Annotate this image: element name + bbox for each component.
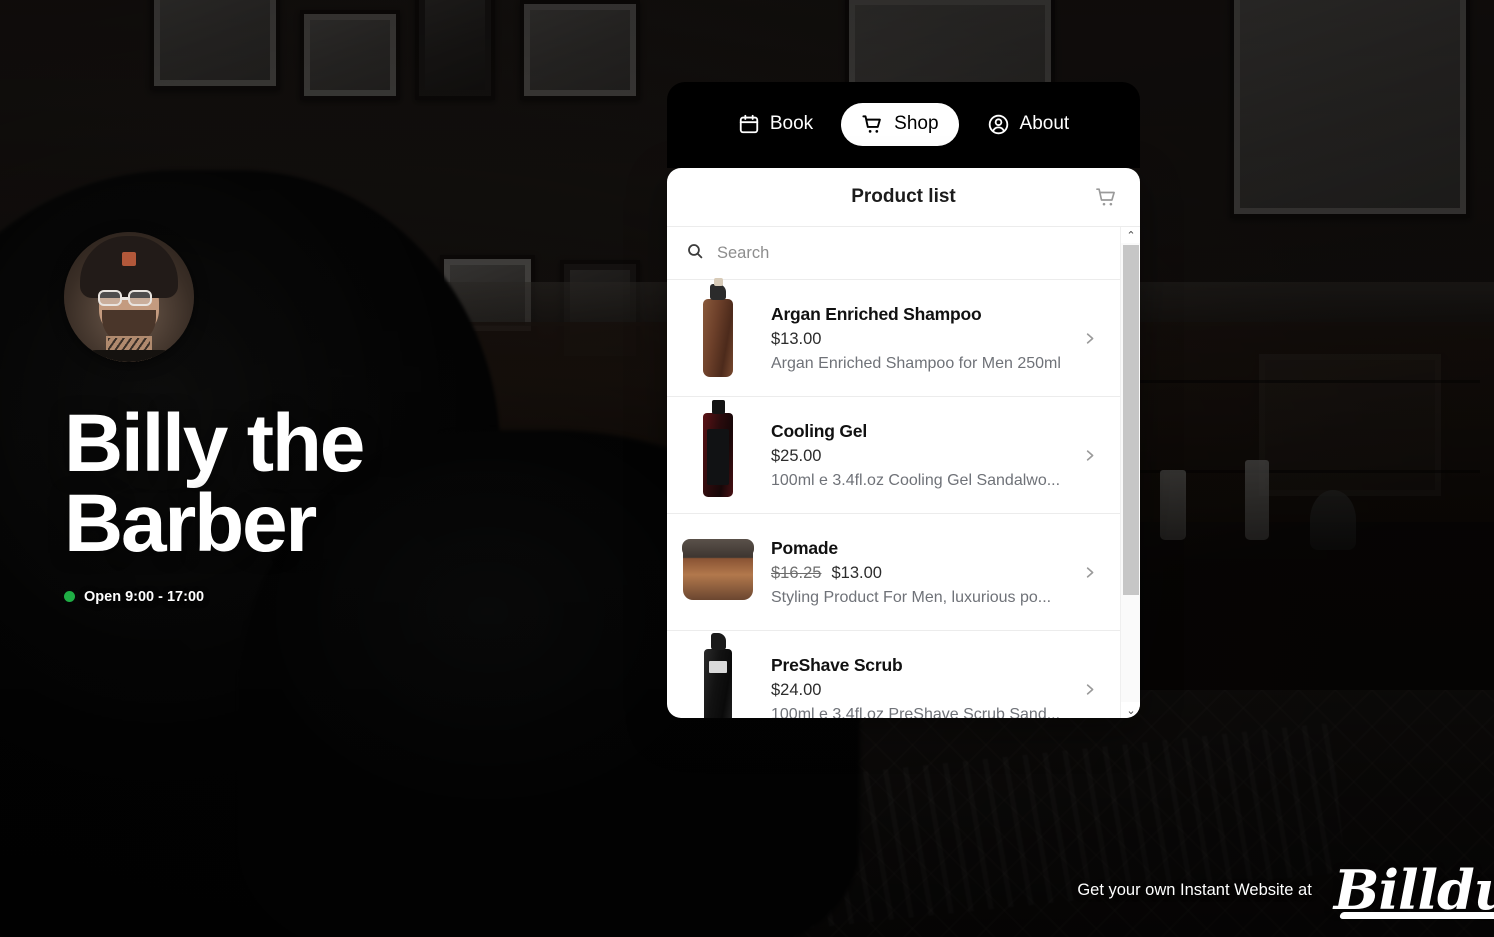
product-price-group: $16.25 $13.00 [771, 564, 1077, 583]
product-thumbnail [681, 528, 755, 616]
product-row-argan-enriched-shampoo[interactable]: Argan Enriched Shampoo $13.00 Argan Enri… [667, 278, 1120, 397]
search-icon [686, 242, 704, 265]
product-row-preshave-scrub[interactable]: PreShave Scrub $24.00 100ml e 3.4fl.oz P… [667, 631, 1120, 718]
chevron-right-icon [1077, 331, 1101, 346]
hero-section: Billy the Barber Open 9:00 - 17:00 [64, 232, 624, 605]
widget-navbar: Book Shop About [667, 82, 1140, 168]
billdu-logo[interactable]: Billdu [1334, 864, 1494, 918]
product-scroll-area: Argan Enriched Shampoo $13.00 Argan Enri… [667, 227, 1140, 718]
scrollbar-down-arrow[interactable]: ⌄ [1121, 702, 1140, 718]
open-status: Open 9:00 - 17:00 [64, 589, 624, 605]
product-price-group: $24.00 [771, 681, 1077, 700]
avatar-glasses-left [98, 290, 122, 306]
product-description: Argan Enriched Shampoo for Men 250ml [771, 354, 1061, 372]
footer-tagline: Get your own Instant Website at [1077, 881, 1312, 900]
product-price: $24.00 [771, 680, 822, 699]
product-list: Argan Enriched Shampoo $13.00 Argan Enri… [667, 278, 1120, 718]
product-info: Pomade $16.25 $13.00 Styling Product For… [755, 538, 1077, 607]
search-bar [667, 227, 1120, 280]
product-thumbnail [681, 278, 755, 382]
shampoo-bottle-icon [703, 278, 733, 377]
product-description: 100ml e 3.4fl.oz PreShave Scrub Sand... [771, 705, 1061, 719]
shopping-cart-icon[interactable] [1091, 182, 1121, 212]
product-list-scrollbar[interactable]: ⌃ ⌄ [1120, 227, 1140, 718]
product-thumbnail [681, 400, 755, 499]
chevron-right-icon [1077, 448, 1101, 463]
product-description: Styling Product For Men, luxurious po... [771, 588, 1052, 606]
product-thumbnail [681, 633, 755, 718]
nav-label-book: Book [769, 113, 814, 134]
pomade-jar-icon [682, 539, 754, 600]
nav-label-shop: Shop [894, 113, 939, 134]
nav-item-about[interactable]: About [967, 103, 1090, 146]
product-list-panel: Product list Search Argan Enriched Shamp… [667, 168, 1140, 718]
product-info: Cooling Gel $25.00 100ml e 3.4fl.oz Cool… [755, 421, 1077, 490]
status-text: Open 9:00 - 17:00 [84, 588, 205, 605]
avatar-beanie-patch [122, 252, 136, 266]
avatar-glasses-bridge [122, 297, 130, 300]
search-input[interactable] [717, 243, 1101, 263]
scrollbar-thumb[interactable] [1123, 245, 1139, 595]
panel-title: Product list [851, 186, 956, 207]
avatar [64, 232, 194, 362]
nav-item-shop[interactable]: Shop [841, 102, 959, 146]
scrollbar-up-arrow[interactable]: ⌃ [1121, 227, 1140, 243]
product-info: PreShave Scrub $24.00 100ml e 3.4fl.oz P… [755, 655, 1077, 719]
product-name: Pomade [771, 537, 838, 558]
avatar-shirt [82, 350, 176, 362]
scrub-bottle-icon [704, 633, 732, 718]
chevron-right-icon [1077, 682, 1101, 697]
product-description: 100ml e 3.4fl.oz Cooling Gel Sandalwo... [771, 471, 1061, 489]
product-name: Cooling Gel [771, 420, 867, 441]
product-row-pomade[interactable]: Pomade $16.25 $13.00 Styling Product For… [667, 514, 1120, 631]
product-info: Argan Enriched Shampoo $13.00 Argan Enri… [755, 304, 1077, 373]
panel-header: Product list [667, 168, 1140, 227]
product-name: PreShave Scrub [771, 654, 903, 675]
page-title: Billy the Barber [64, 398, 365, 570]
gel-bottle-icon [703, 400, 733, 497]
nav-item-book[interactable]: Book [718, 103, 833, 145]
footer-branding: Get your own Instant Website at Billdu [1077, 864, 1494, 918]
product-price: $13.00 [771, 329, 822, 348]
cart-icon [861, 113, 884, 136]
chevron-right-icon [1077, 565, 1101, 580]
product-price-group: $13.00 [771, 330, 1077, 349]
calendar-icon [738, 113, 760, 135]
avatar-glasses-right [128, 290, 152, 306]
status-indicator-dot [64, 591, 75, 603]
product-price-group: $25.00 [771, 447, 1077, 466]
nav-label-about: About [1019, 113, 1070, 134]
person-icon [987, 113, 1010, 136]
product-price: $13.00 [831, 563, 882, 582]
product-original-price: $16.25 [771, 563, 822, 582]
product-price: $25.00 [771, 446, 822, 465]
product-name: Argan Enriched Shampoo [771, 303, 982, 324]
page-root: Billy the Barber Open 9:00 - 17:00 Book [0, 0, 1494, 937]
booking-widget: Book Shop About Product list Search Arga… [667, 82, 1140, 718]
product-row-cooling-gel[interactable]: Cooling Gel $25.00 100ml e 3.4fl.oz Cool… [667, 397, 1120, 514]
